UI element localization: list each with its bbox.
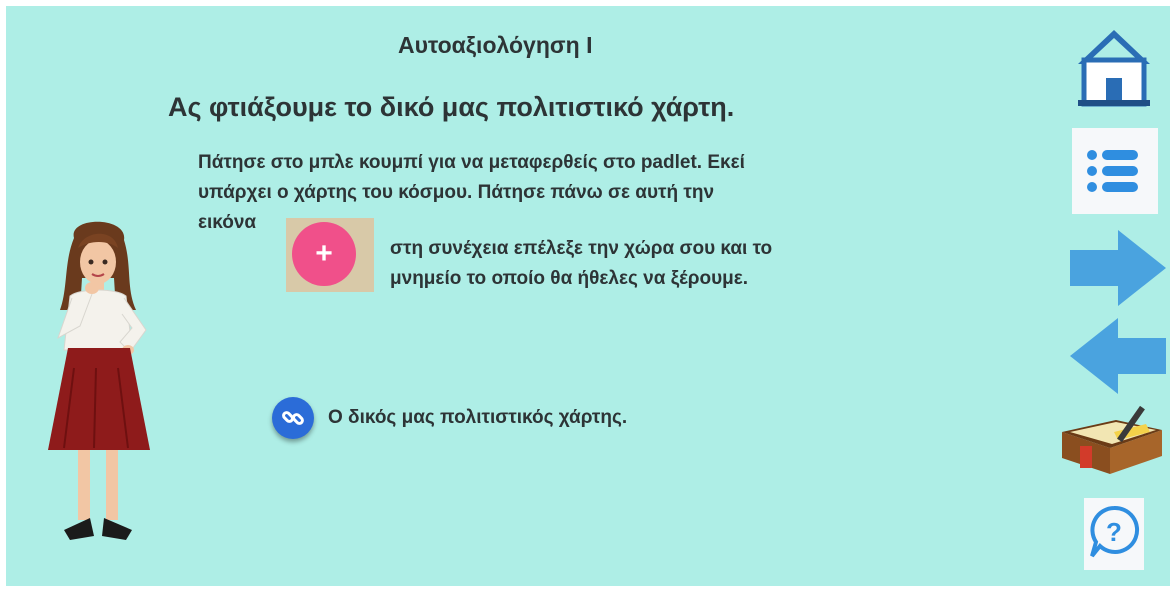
slide-subtitle: Αυτοαξιολόγηση Ι [398,32,593,58]
menu-list-icon[interactable] [1072,128,1158,214]
instruction-line-1: Πάτησε στο μπλε κουμπί για να μεταφερθεί… [198,152,745,173]
padlet-link[interactable]: Ο δικός μας πολιτιστικός χάρτης. [272,396,627,440]
link-button[interactable] [272,397,314,439]
arrow-left-icon[interactable] [1070,318,1166,394]
help-icon[interactable]: ? [1084,498,1144,570]
home-icon[interactable] [1074,26,1154,108]
arrow-right-icon[interactable] [1070,230,1166,306]
instruction-line-5: μνημείο το οποίο θα ήθελες να ξέρουμε. [390,268,749,289]
notebook-icon[interactable] [1058,402,1168,478]
padlet-plus-image: + [286,218,374,292]
teacher-avatar [48,221,150,540]
instruction-line-4: στη συνέχεια επέλεξε την χώρα σου και το [390,238,773,259]
chain-link-icon [282,411,304,425]
instruction-line-3: εικόνα [198,212,257,233]
plus-icon: + [292,222,356,286]
link-label[interactable]: Ο δικός μας πολιτιστικός χάρτης. [328,407,627,429]
slide-title: Ας φτιάξουμε το δικό μας πολιτιστικό χάρ… [168,92,735,122]
instruction-line-2: υπάρχει ο χάρτης του κόσμου. Πάτησε πάνω… [198,182,715,203]
svg-text:?: ? [1106,517,1122,547]
